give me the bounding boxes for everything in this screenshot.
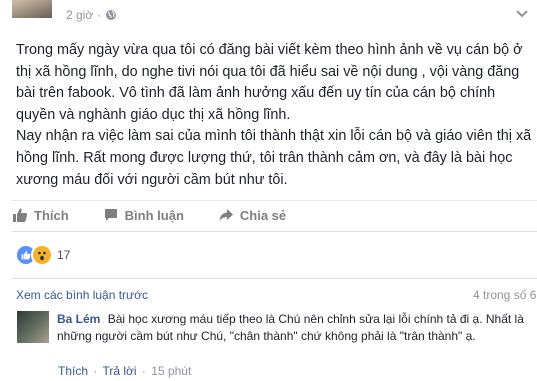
comment-avatar[interactable] [17, 311, 49, 343]
comment-like-link[interactable]: Thích [58, 364, 88, 378]
comment-button[interactable]: Bình luận [103, 207, 184, 223]
meta-separator: · [97, 8, 102, 22]
divider [12, 231, 537, 232]
reaction-count[interactable]: 17 [57, 248, 70, 262]
post-meta: 2 giờ · [66, 8, 117, 22]
comment-button-label: Bình luận [124, 207, 184, 223]
share-arrow-icon [219, 209, 233, 221]
post-paragraph: Nay nhận ra việc làm sai của mình tôi th… [16, 128, 532, 188]
comment-actions: Thích · Trả lời · 15 phút [58, 364, 191, 378]
post-options-chevron-icon[interactable] [515, 8, 529, 20]
reactions-summary[interactable]: 17 [15, 244, 70, 266]
separator-dot: · [141, 364, 146, 378]
divider [12, 278, 537, 279]
view-previous-comments-link[interactable]: Xem các bình luận trước [16, 288, 148, 302]
comment-author[interactable]: Ba Lém [57, 312, 100, 326]
globe-icon [106, 10, 117, 20]
share-button[interactable]: Chia sẻ [218, 207, 286, 223]
comment-reply-link[interactable]: Trả lời [102, 364, 136, 378]
comment-body: Ba Lém Bài học xương máu tiếp theo là Ch… [57, 311, 535, 344]
wow-reaction-icon [31, 244, 53, 266]
post-author-avatar[interactable] [12, 0, 52, 18]
like-button[interactable]: Thích [12, 207, 69, 223]
post-timestamp[interactable]: 2 giờ [66, 8, 93, 22]
comment-text: Bài học xương máu tiếp theo là Chú nên c… [57, 312, 524, 343]
like-button-label: Thích [34, 207, 69, 223]
comment-timestamp[interactable]: 15 phút [151, 364, 191, 378]
separator-dot: · [93, 364, 98, 378]
thumbs-up-icon [13, 208, 28, 222]
comment-count-indicator: 4 trong số 6 [473, 288, 537, 302]
post-paragraph: Trong mấy ngày vừa qua tôi có đăng bài v… [16, 42, 523, 123]
post-actions-bar: Thích Bình luận Chia sẻ [12, 201, 537, 229]
post-text: Trong mấy ngày vừa qua tôi có đăng bài v… [16, 40, 537, 191]
share-button-label: Chia sẻ [239, 207, 287, 223]
comment-icon [104, 209, 117, 221]
